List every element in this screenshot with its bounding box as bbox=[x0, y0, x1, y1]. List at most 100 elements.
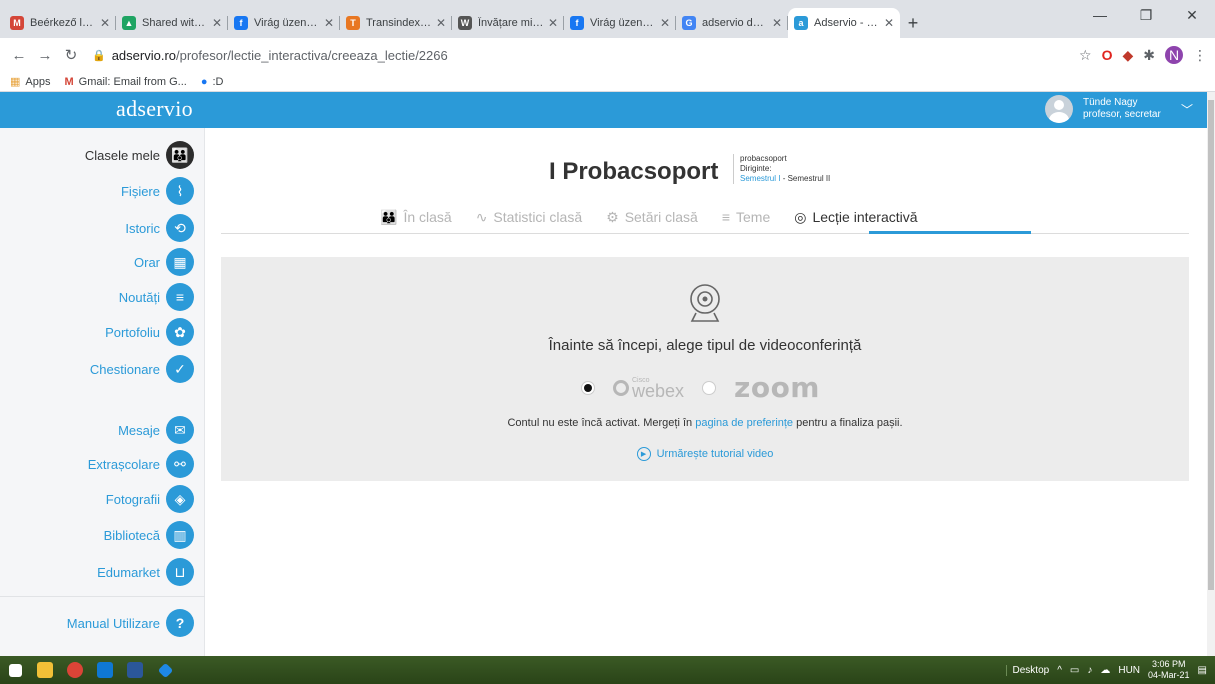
sidebar-item-mesaje[interactable]: Mesaje ✉ bbox=[118, 416, 194, 444]
sidebar-item-clasele-mele[interactable]: Clasele mele 👪 bbox=[85, 141, 194, 169]
chevron-up-icon[interactable]: ^ bbox=[1057, 665, 1062, 676]
browser-tab[interactable]: TTransindex - a nap✕ bbox=[340, 8, 452, 38]
homework-icon: ≡ bbox=[721, 209, 731, 225]
semester-2-label[interactable]: Semestrul II bbox=[788, 174, 831, 183]
play-icon: ▶ bbox=[636, 447, 651, 461]
browser-tab[interactable]: fVirág üzent neked!✕ bbox=[564, 8, 676, 38]
close-icon[interactable]: ✕ bbox=[324, 16, 334, 30]
transindex-icon: T bbox=[346, 16, 360, 30]
bookmark-facebook[interactable]: ●:D bbox=[201, 76, 224, 88]
browser-tab[interactable]: ▲Shared with me - ✕ bbox=[116, 8, 228, 38]
language-indicator[interactable]: HUN bbox=[1118, 665, 1140, 676]
sidebar-item-noutati[interactable]: Noutăți ≡ bbox=[119, 283, 194, 311]
preferences-link[interactable]: pagina de preferințe bbox=[695, 417, 793, 429]
close-window-icon[interactable]: ✕ bbox=[1169, 0, 1215, 30]
bookmark-star-icon[interactable]: ☆ bbox=[1079, 47, 1092, 64]
browser-tab[interactable]: WÎnvățare mixtă - W✕ bbox=[452, 8, 564, 38]
sidebar-item-edumarket[interactable]: Edumarket ⊔ bbox=[97, 558, 194, 586]
user-menu[interactable]: Tünde Nagy profesor, secretar ﹀ bbox=[1044, 95, 1193, 123]
sidebar-item-fisiere[interactable]: Fișiere ⌇ bbox=[121, 177, 194, 205]
sidebar-item-chestionare[interactable]: Chestionare ✓ bbox=[90, 355, 194, 383]
file-explorer-icon[interactable] bbox=[30, 656, 60, 684]
address-bar[interactable]: 🔒 adservio.ro/profesor/lectie_interactiv… bbox=[92, 42, 1069, 68]
history-icon: ⟲ bbox=[166, 214, 194, 242]
network-icon[interactable]: ▭ bbox=[1070, 665, 1079, 676]
lock-icon: 🔒 bbox=[92, 49, 106, 62]
reload-icon[interactable]: ↻ bbox=[60, 46, 82, 64]
sidebar-item-portofoliu[interactable]: Portofoliu ✿ bbox=[105, 318, 194, 346]
app-icon[interactable] bbox=[150, 656, 180, 684]
profile-avatar[interactable]: N bbox=[1165, 46, 1183, 64]
gmail-icon: M bbox=[10, 16, 24, 30]
system-tray: Desktop ^ ▭ ♪ ☁ HUN 3:06 PM 04-Mar-21 ▤ bbox=[1005, 656, 1215, 684]
bookmark-gmail[interactable]: M Gmail: Email from G... bbox=[64, 76, 186, 88]
close-icon[interactable]: ✕ bbox=[660, 16, 670, 30]
maximize-icon[interactable]: ❐ bbox=[1123, 0, 1169, 30]
volume-icon[interactable]: ♪ bbox=[1087, 665, 1092, 676]
close-icon[interactable]: ✕ bbox=[772, 16, 782, 30]
sidebar-item-manual-utilizare[interactable]: Manual Utilizare? bbox=[67, 609, 194, 637]
chrome-icon[interactable] bbox=[60, 656, 90, 684]
window-controls: — ❐ ✕ bbox=[1077, 0, 1215, 30]
adservio-icon: a bbox=[794, 16, 808, 30]
webex-logo[interactable]: Cisco webex bbox=[613, 377, 684, 400]
tab-in-clasa[interactable]: 👪 În clasă bbox=[380, 204, 452, 230]
news-icon: ≡ bbox=[166, 283, 194, 311]
adservio-logo[interactable]: adservio bbox=[116, 96, 193, 122]
facebook-icon: f bbox=[570, 16, 584, 30]
forward-icon[interactable]: → bbox=[34, 47, 56, 64]
bookmark-apps[interactable]: ▦ Apps bbox=[10, 75, 50, 89]
sidebar-item-fotografii[interactable]: Fotografii ◈ bbox=[106, 485, 194, 513]
scrollbar-thumb[interactable] bbox=[1208, 100, 1214, 590]
chevron-down-icon: ﹀ bbox=[1180, 102, 1193, 117]
close-icon[interactable]: ✕ bbox=[100, 16, 110, 30]
outlook-icon[interactable] bbox=[90, 656, 120, 684]
sidebar-item-istoric[interactable]: Istoric ⟲ bbox=[125, 214, 194, 242]
close-icon[interactable]: ✕ bbox=[436, 16, 446, 30]
word-icon[interactable] bbox=[120, 656, 150, 684]
close-icon[interactable]: ✕ bbox=[548, 16, 558, 30]
browser-tab-active[interactable]: aAdservio - platform✕ bbox=[788, 8, 900, 38]
browser-tab[interactable]: Gadservio descriere✕ bbox=[676, 8, 788, 38]
paperclip-icon: ⌇ bbox=[166, 177, 194, 205]
tab-lectie-interactiva[interactable]: ◎ Lecție interactivă bbox=[794, 204, 917, 230]
class-meta: probacsoport Diriginte: Semestrul I - Se… bbox=[733, 154, 830, 184]
zoom-radio[interactable] bbox=[702, 380, 717, 395]
panel-title: Înainte să începi, alege tipul de videoc… bbox=[548, 337, 862, 354]
menu-kebab-icon[interactable]: ⋮ bbox=[1193, 47, 1207, 64]
zoom-logo[interactable]: zoom bbox=[734, 371, 820, 404]
onedrive-icon[interactable]: ☁ bbox=[1100, 665, 1110, 676]
windows-taskbar: Desktop ^ ▭ ♪ ☁ HUN 3:06 PM 04-Mar-21 ▤ bbox=[0, 656, 1215, 684]
back-icon[interactable]: ← bbox=[8, 47, 30, 64]
sidebar-item-orar[interactable]: Orar ▦ bbox=[134, 248, 194, 276]
stats-line-icon: ∿ bbox=[475, 208, 488, 225]
sidebar-item-extrascolare[interactable]: Extrașcolare ⚯ bbox=[88, 450, 194, 478]
close-icon[interactable]: ✕ bbox=[884, 16, 894, 30]
page-scrollbar[interactable] bbox=[1207, 92, 1215, 656]
browser-tab[interactable]: MBeérkező levelek (✕ bbox=[4, 8, 116, 38]
close-icon[interactable]: ✕ bbox=[212, 16, 222, 30]
semester-1-link[interactable]: Semestrul I bbox=[740, 174, 780, 183]
tab-teme[interactable]: ≡ Teme bbox=[722, 204, 770, 230]
sidebar-item-biblioteca[interactable]: Bibliotecă ▥ bbox=[104, 521, 194, 549]
tab-setari-clasa[interactable]: ⚙ Setări clasă bbox=[606, 204, 698, 230]
tutorial-link[interactable]: ▶ Urmărește tutorial video bbox=[221, 447, 1189, 461]
facebook-icon: ● bbox=[200, 75, 208, 88]
gmail-icon: M bbox=[64, 75, 74, 88]
webex-radio[interactable] bbox=[581, 380, 595, 395]
new-tab-button[interactable]: + bbox=[900, 8, 926, 38]
browser-tab[interactable]: fVirág üzent neked!✕ bbox=[228, 8, 340, 38]
desktop-toolbar[interactable]: Desktop bbox=[1005, 664, 1049, 676]
clock[interactable]: 3:06 PM 04-Mar-21 bbox=[1148, 659, 1190, 681]
windows-start-icon[interactable] bbox=[0, 656, 30, 684]
tab-statistici-clasa[interactable]: ∿ Statistici clasă bbox=[476, 204, 582, 230]
url-path: /profesor/lectie_interactiva/creeaza_lec… bbox=[176, 47, 448, 63]
opera-extension-icon[interactable]: O bbox=[1102, 47, 1113, 63]
minimize-icon[interactable]: — bbox=[1077, 0, 1123, 30]
webcam-icon bbox=[690, 284, 720, 322]
extensions-puzzle-icon[interactable]: ✱ bbox=[1143, 47, 1155, 64]
portfolio-icon: ✿ bbox=[166, 318, 194, 346]
extension-icon[interactable]: ◆ bbox=[1122, 47, 1133, 64]
notifications-icon[interactable]: ▤ bbox=[1198, 665, 1207, 676]
provider-choices: Cisco webex zoom bbox=[581, 371, 820, 404]
